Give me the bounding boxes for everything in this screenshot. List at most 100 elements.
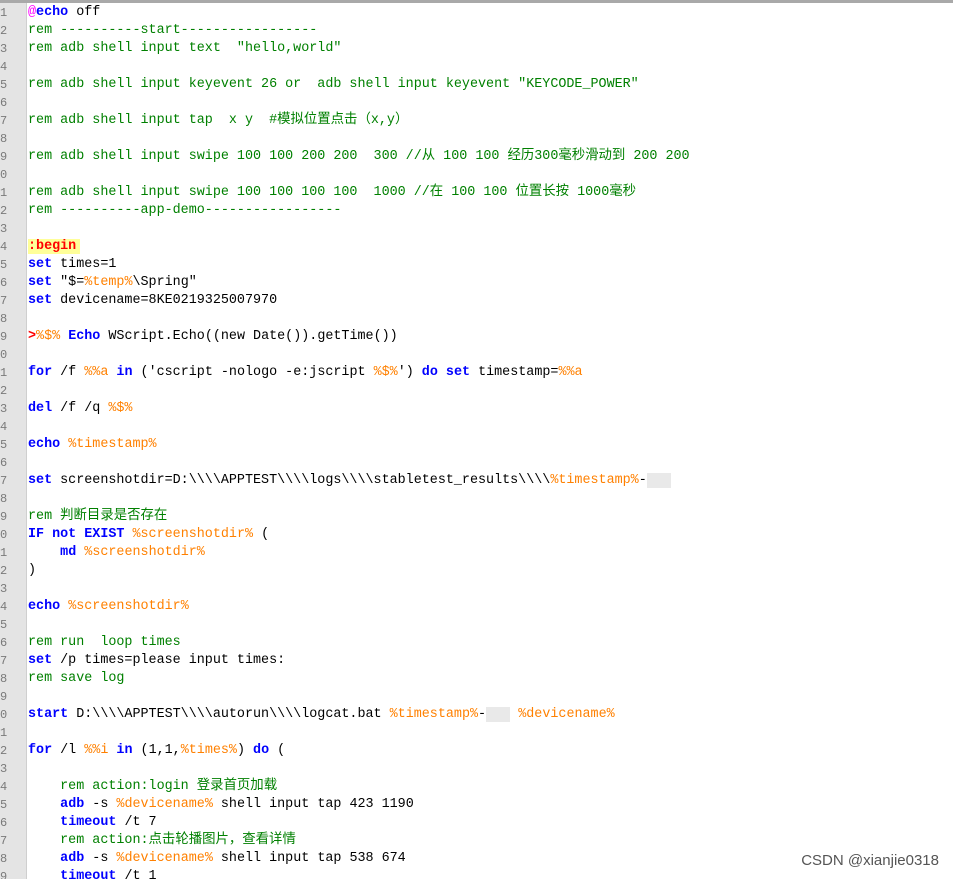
code-line[interactable]: 1 md %screenshotdir% [0,544,953,562]
code-line[interactable]: 9 timeout /t 1 [0,868,953,879]
code-line[interactable]: 2 [0,382,953,400]
line-number: 5 [0,798,8,812]
code-token: D:\\\\APPTEST\\\\autorun\\\\logcat.bat [68,707,390,722]
code-token: adb [60,851,85,866]
code-line[interactable]: 6 rem run loop times [0,634,953,652]
code-token: adb [60,797,85,812]
code-token: @ [28,5,37,20]
code-text: rem adb shell input swipe 100 100 100 10… [28,184,636,202]
code-line[interactable]: 7 set /p times=please input times: [0,652,953,670]
code-token: start [28,707,69,722]
code-line[interactable]: 8 [0,130,953,148]
code-token: in [116,365,133,380]
code-line[interactable]: 5 rem adb shell input keyevent 26 or adb … [0,76,953,94]
code-line[interactable]: 1 for /f %%a in ('cscript -nologo -e:jscr… [0,364,953,382]
code-token: %devicename% [116,797,213,812]
code-line[interactable]: 3 [0,580,953,598]
code-line[interactable]: 6 [0,454,953,472]
code-token: ('cscript -nologo -e:jscript [132,365,374,380]
code-token: Echo [68,329,101,344]
code-text: timeout /t 7 [28,814,156,832]
code-token: %$% [108,401,133,416]
code-line[interactable]: 6 [0,94,953,112]
line-number: 9 [0,870,8,879]
code-line[interactable]: 2) [0,562,953,580]
line-number: 9 [0,690,8,704]
code-line[interactable]: 9 rem 判断目录是否存在 [0,508,953,526]
code-line[interactable]: 7 set screenshotdir=D:\\\\APPTEST\\\\logs… [0,472,953,490]
code-line[interactable]: 9 rem adb shell input swipe 100 100 200 2… [0,148,953,166]
code-token: /f /q [52,401,109,416]
code-line[interactable]: 0 start D:\\\\APPTEST\\\\autorun\\\\logca… [0,706,953,724]
code-line[interactable]: 3 [0,760,953,778]
code-token: in [116,743,133,758]
code-line[interactable]: 5 [0,616,953,634]
code-line[interactable]: 8 [0,490,953,508]
code-token: %screenshotdir% [84,545,205,560]
line-number: 7 [0,834,8,848]
code-line[interactable]: 8 rem save log [0,670,953,688]
code-token: rem 判断目录是否存在 [28,509,168,524]
code-token: /f [52,365,85,380]
code-line[interactable]: 9 >%$% Echo WScript.Echo((new Date()).get… [0,328,953,346]
code-line[interactable]: 9 [0,688,953,706]
code-line[interactable]: 3 del /f /q %$% [0,400,953,418]
code-line[interactable]: 7 rem action:点击轮播图片，查看详情 [0,832,953,850]
code-line[interactable]: 7 set devicename=8KE0219325007970 [0,292,953,310]
code-token: set [28,275,53,290]
code-line[interactable]: 4 [0,58,953,76]
code-text: IF not EXIST %screenshotdir% ( [28,526,269,544]
code-token: rem adb shell input swipe 100 100 100 10… [28,185,637,200]
line-number: 5 [0,438,8,452]
code-line[interactable]: 6 set "$=%temp%\Spring" [0,274,953,292]
code-token: screenshotdir=D:\\\\APPTEST\\\\logs\\\\s… [52,473,551,488]
code-text: set times=1 [28,256,116,274]
code-line[interactable]: 0 [0,346,953,364]
code-line[interactable]: 4 [0,418,953,436]
code-line[interactable]: 0 [0,166,953,184]
code-line[interactable]: 1 rem adb shell input swipe 100 100 100 1… [0,184,953,202]
code-token: (1,1, [132,743,181,758]
code-line[interactable]: 7 rem adb shell input tap x y #模拟位置点击（x,y… [0,112,953,130]
line-number: 4 [0,780,8,794]
code-editor[interactable]: 1 @echo off 2 rem ----------start----------… [0,0,953,879]
line-number: 5 [0,78,8,92]
code-token: rem action:login 登录首页加载 [28,779,278,794]
code-line[interactable]: 3 [0,220,953,238]
line-number: 2 [0,744,8,758]
code-token: \Spring" [132,275,197,290]
code-line[interactable]: 2 rem ----------app-demo----------------- [0,202,953,220]
code-token: > [28,329,37,344]
code-line[interactable]: 2 for /l %%i in (1,1,%times%) do ( [0,742,953,760]
code-line[interactable]: 4 rem action:login 登录首页加载 [0,778,953,796]
line-number: 2 [0,384,8,398]
code-line[interactable]: 4 echo %screenshotdir% [0,598,953,616]
code-token: IF not EXIST [28,527,125,542]
code-line[interactable]: 8 [0,310,953,328]
code-line[interactable]: 0 IF not EXIST %screenshotdir% ( [0,526,953,544]
line-number: 8 [0,672,8,686]
code-token: /p times=please input times: [52,653,286,668]
code-line[interactable]: 5 set times=1 [0,256,953,274]
code-token: shell input tap 423 1190 [212,797,414,812]
code-line[interactable]: 5 adb -s %devicename% shell input tap 42… [0,796,953,814]
code-token: "$= [52,275,85,290]
code-line[interactable]: 4:begin [0,238,953,256]
line-number: 6 [0,816,8,830]
code-token: ( [253,527,270,542]
code-text: rem action:login 登录首页加载 [28,778,277,796]
code-text: rem ----------app-demo----------------- [28,202,341,220]
code-line[interactable]: 1 @echo off [0,4,953,22]
code-token: 000 [646,473,671,488]
code-line[interactable]: 5 echo %timestamp% [0,436,953,454]
code-line[interactable]: 6 timeout /t 7 [0,814,953,832]
code-text: :begin [28,238,81,256]
code-line[interactable]: 1 [0,724,953,742]
code-line[interactable]: 3 rem adb shell input text "hello,world" [0,40,953,58]
code-text: rem ----------start----------------- [28,22,317,40]
code-token: - [478,707,487,722]
code-line[interactable]: 2 rem ----------start----------------- [0,22,953,40]
